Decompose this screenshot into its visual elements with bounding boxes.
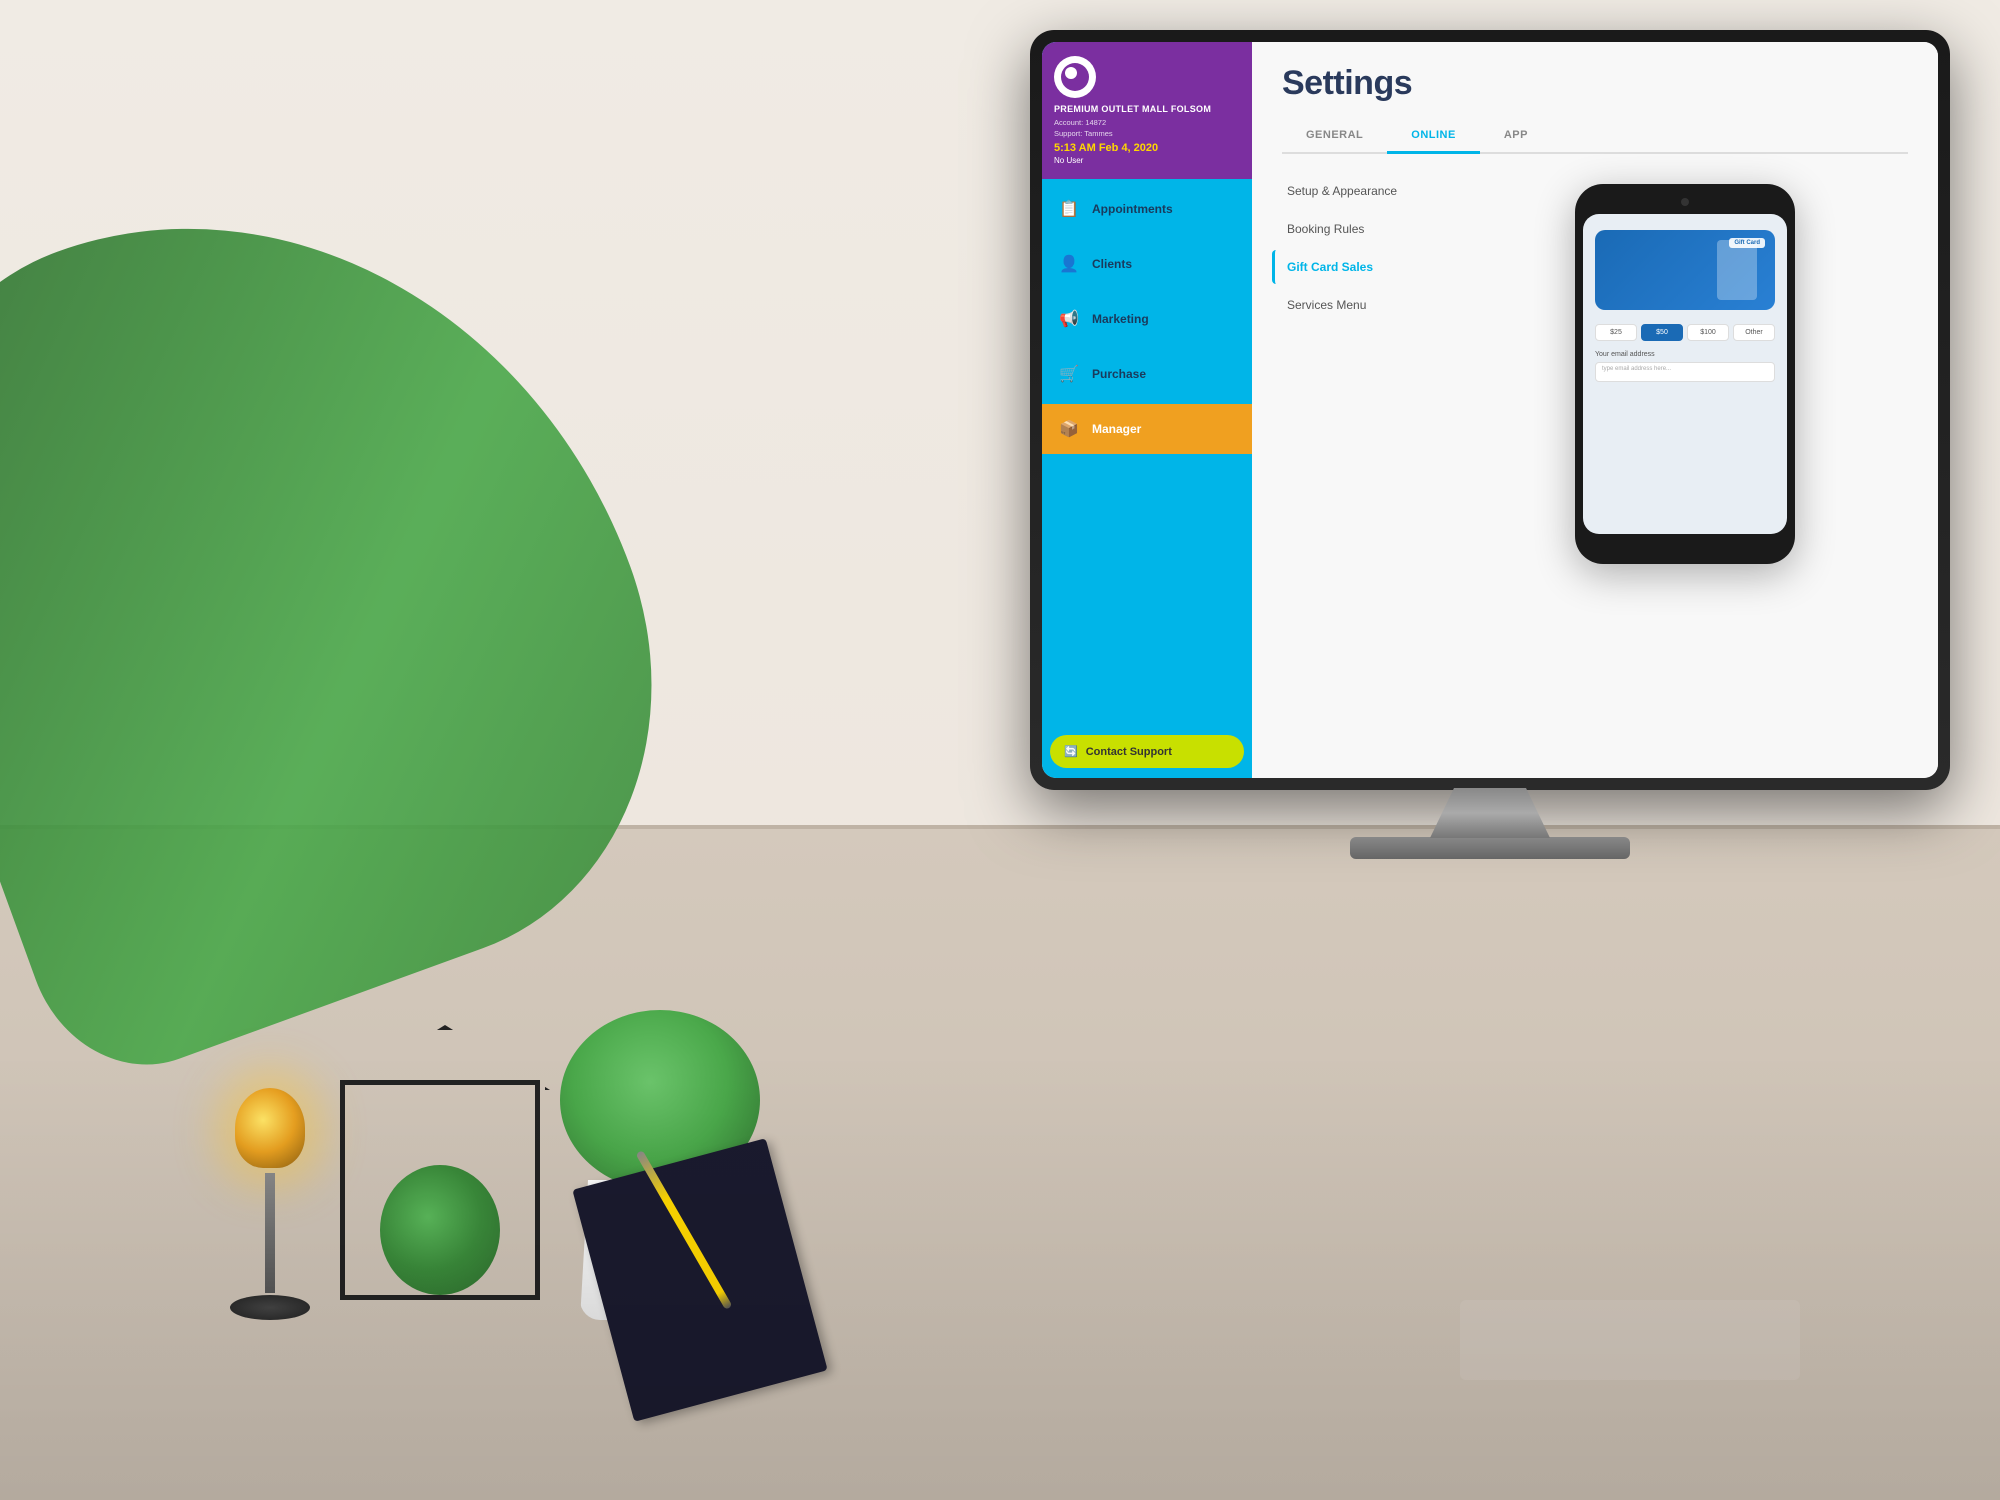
phone-screen: Gift Card $25 $50 $100 Other: [1583, 214, 1787, 534]
glass-house-frame: [340, 1080, 540, 1300]
manager-icon: 📦: [1058, 418, 1080, 440]
manager-label: Manager: [1092, 422, 1141, 436]
settings-body: Setup & Appearance Booking Rules Gift Ca…: [1252, 154, 1938, 778]
contact-support-icon: 🔄: [1064, 745, 1078, 758]
settings-nav-services[interactable]: Services Menu: [1272, 288, 1432, 322]
appointments-icon: 📋: [1058, 198, 1080, 220]
marketing-icon: 📢: [1058, 308, 1080, 330]
page-title: Settings: [1282, 64, 1908, 103]
contact-support-label: Contact Support: [1086, 746, 1172, 758]
settings-nav-giftcard[interactable]: Gift Card Sales: [1272, 250, 1432, 284]
email-placeholder: type email address here...: [1602, 366, 1768, 372]
support-info: Support: Tammes: [1054, 129, 1240, 138]
amount-50[interactable]: $50: [1641, 324, 1683, 341]
email-label: Your email address: [1595, 351, 1775, 358]
monitor: PREMIUM OUTLET MALL FOLSOM Account: 1487…: [1030, 30, 1950, 859]
tab-general[interactable]: GENERAL: [1282, 119, 1387, 154]
appointments-label: Appointments: [1092, 202, 1173, 216]
current-user: No User: [1054, 156, 1240, 165]
phone-preview-mockup: Gift Card $25 $50 $100 Other: [1575, 184, 1795, 564]
email-input-mock: type email address here...: [1595, 362, 1775, 382]
sidebar-item-manager[interactable]: 📦 Manager: [1042, 404, 1252, 454]
settings-header: Settings GENERAL ONLINE APP: [1252, 42, 1938, 154]
settings-nav-booking[interactable]: Booking Rules: [1272, 212, 1432, 246]
account-info: Account: 14872: [1054, 118, 1240, 127]
lamp: [230, 1088, 310, 1320]
lamp-bulb: [235, 1088, 305, 1168]
sidebar-item-purchase[interactable]: 🛒 Purchase: [1042, 349, 1252, 399]
settings-nav-setup[interactable]: Setup & Appearance: [1272, 174, 1432, 208]
logo-icon: [1061, 63, 1089, 91]
sidebar-item-clients[interactable]: 👤 Clients: [1042, 239, 1252, 289]
tab-app[interactable]: APP: [1480, 119, 1552, 154]
monitor-screen: PREMIUM OUTLET MALL FOLSOM Account: 1487…: [1042, 42, 1938, 778]
lamp-base: [265, 1173, 275, 1293]
gift-card-stripe: [1717, 240, 1757, 300]
business-name: PREMIUM OUTLET MALL FOLSOM: [1054, 104, 1240, 116]
amount-other[interactable]: Other: [1733, 324, 1775, 341]
purchase-label: Purchase: [1092, 367, 1146, 381]
plant-bush-small: [380, 1165, 500, 1295]
app-logo: [1054, 56, 1096, 98]
keyboard: [1460, 1300, 1800, 1380]
monitor-base: [1350, 837, 1630, 859]
monitor-stand: [1430, 788, 1550, 838]
sidebar-navigation: 📋 Appointments 👤 Clients 📢 Marketing 🛒 P…: [1042, 179, 1252, 729]
current-time: 5:13 AM Feb 4, 2020: [1054, 142, 1240, 154]
gift-card-image: Gift Card: [1595, 230, 1775, 310]
clients-label: Clients: [1092, 257, 1132, 271]
settings-content-area: Gift Card $25 $50 $100 Other: [1432, 174, 1938, 778]
contact-support-button[interactable]: 🔄 Contact Support: [1050, 735, 1244, 768]
sidebar-header: PREMIUM OUTLET MALL FOLSOM Account: 1487…: [1042, 42, 1252, 179]
tab-online[interactable]: ONLINE: [1387, 119, 1480, 154]
marketing-label: Marketing: [1092, 312, 1149, 326]
amount-100[interactable]: $100: [1687, 324, 1729, 341]
clients-icon: 👤: [1058, 253, 1080, 275]
amount-25[interactable]: $25: [1595, 324, 1637, 341]
settings-nav: Setup & Appearance Booking Rules Gift Ca…: [1252, 174, 1432, 778]
monitor-frame: PREMIUM OUTLET MALL FOLSOM Account: 1487…: [1030, 30, 1950, 790]
sidebar-item-appointments[interactable]: 📋 Appointments: [1042, 184, 1252, 234]
app-main-content: Settings GENERAL ONLINE APP Setup & Appe…: [1252, 42, 1938, 778]
settings-tabs: GENERAL ONLINE APP: [1282, 119, 1908, 154]
purchase-icon: 🛒: [1058, 363, 1080, 385]
sidebar-item-marketing[interactable]: 📢 Marketing: [1042, 294, 1252, 344]
gift-card-label: Gift Card: [1729, 238, 1765, 248]
phone-camera: [1681, 198, 1689, 206]
glass-house-decoration: [340, 1080, 540, 1300]
app-sidebar: PREMIUM OUTLET MALL FOLSOM Account: 1487…: [1042, 42, 1252, 778]
lamp-foot: [230, 1295, 310, 1320]
amount-buttons: $25 $50 $100 Other: [1595, 324, 1775, 341]
